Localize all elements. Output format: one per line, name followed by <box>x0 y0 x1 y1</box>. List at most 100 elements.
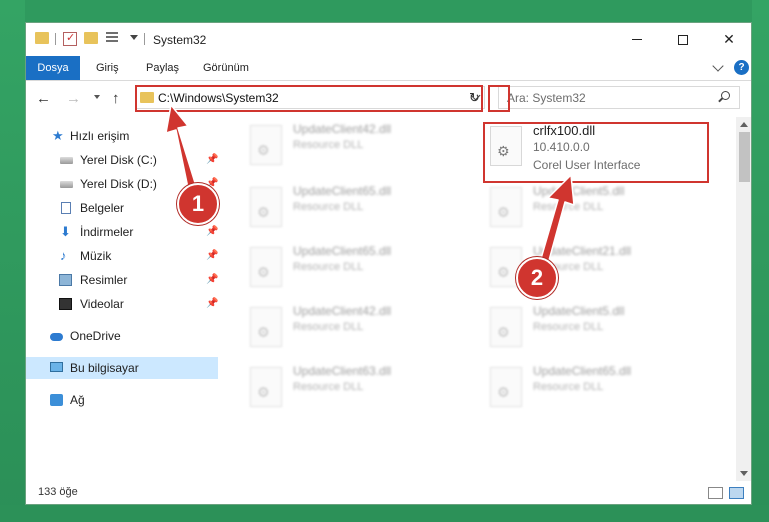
item-count: 133 öğe <box>38 486 78 498</box>
pictures-icon <box>59 274 72 286</box>
dll-file-icon <box>250 367 282 407</box>
file-item[interactable]: UpdateClient5.dll Resource DLL <box>463 181 683 235</box>
file-explorer-window: System32 ✕ Dosya Giriş Paylaş Görünüm ? … <box>25 22 752 505</box>
dll-file-icon <box>250 187 282 227</box>
scroll-up-icon[interactable] <box>740 122 748 127</box>
sidebar-item-label: OneDrive <box>70 329 121 343</box>
back-button[interactable]: ← <box>36 90 51 107</box>
file-item[interactable]: UpdateClient5.dll Resource DLL <box>463 301 683 355</box>
recent-locations-icon[interactable] <box>94 95 100 99</box>
file-item[interactable]: UpdateClient63.dll Resource DLL <box>223 361 443 415</box>
window-title: System32 <box>153 33 207 47</box>
file-item[interactable]: UpdateClient65.dll Resource DLL <box>463 361 683 415</box>
folder-icon[interactable] <box>35 32 49 44</box>
sidebar-item-label: Videolar <box>80 297 124 311</box>
navigation-pane: ★ Hızlı erişim Yerel Disk (C:) 📌 Yerel D… <box>26 117 223 481</box>
step-1-badge: 1 <box>177 183 219 225</box>
network-icon <box>50 394 63 406</box>
file-item[interactable]: UpdateClient21.dll Resource DLL <box>463 241 683 295</box>
file-type: Resource DLL <box>533 381 604 393</box>
pin-icon[interactable]: 📌 <box>206 269 218 291</box>
sidebar-item-label: Hızlı erişim <box>70 129 130 143</box>
sidebar-item-label: Yerel Disk (C:) <box>80 153 157 167</box>
tab-home[interactable]: Giriş <box>86 56 129 80</box>
sidebar-item-network[interactable]: Ağ <box>26 389 218 411</box>
minimize-icon <box>632 39 642 40</box>
scroll-down-icon[interactable] <box>740 471 748 476</box>
vertical-scrollbar[interactable] <box>736 117 751 481</box>
toolbar-separator <box>144 33 145 45</box>
expand-ribbon-icon[interactable] <box>712 60 724 72</box>
tiles-view-icon[interactable] <box>729 487 744 499</box>
file-name: UpdateClient42.dll <box>293 122 392 136</box>
file-type: Resource DLL <box>293 201 364 213</box>
documents-icon <box>61 202 71 214</box>
pin-icon[interactable]: 📌 <box>206 221 218 243</box>
desktop-background-right <box>752 0 769 522</box>
desktop-background-bottom <box>0 505 769 522</box>
videos-icon <box>59 298 72 310</box>
sidebar-item-pictures[interactable]: Resimler 📌 <box>26 269 218 291</box>
search-input[interactable]: Ara: System32 <box>498 86 740 109</box>
file-name: UpdateClient21.dll <box>533 244 632 258</box>
pin-icon[interactable]: 📌 <box>206 293 218 315</box>
file-name: UpdateClient65.dll <box>533 364 632 378</box>
maximize-button[interactable] <box>660 23 706 56</box>
sidebar-item-label: Müzik <box>80 249 112 263</box>
file-type: Resource DLL <box>293 139 364 151</box>
file-item[interactable]: UpdateClient42.dll Resource DLL <box>223 119 443 173</box>
computer-icon <box>50 362 63 372</box>
help-icon[interactable]: ? <box>734 60 749 75</box>
sidebar-item-local-disk-c[interactable]: Yerel Disk (C:) 📌 <box>26 149 218 171</box>
tab-file[interactable]: Dosya <box>26 56 80 80</box>
status-bar: 133 öğe <box>26 481 751 504</box>
sidebar-item-videos[interactable]: Videolar 📌 <box>26 293 218 315</box>
view-icon[interactable] <box>106 32 124 44</box>
file-item[interactable]: UpdateClient42.dll Resource DLL <box>223 301 443 355</box>
dll-file-icon <box>490 367 522 407</box>
tab-view[interactable]: Görünüm <box>193 56 259 80</box>
maximize-icon <box>678 34 688 45</box>
tab-share[interactable]: Paylaş <box>136 56 189 80</box>
sidebar-item-onedrive[interactable]: OneDrive <box>26 325 218 347</box>
file-item[interactable]: UpdateClient65.dll Resource DLL <box>223 241 443 295</box>
chevron-down-icon[interactable] <box>130 35 138 40</box>
sidebar-item-downloads[interactable]: ⬇ İndirmeler 📌 <box>26 221 218 243</box>
search-icon[interactable] <box>721 91 730 100</box>
file-type: Resource DLL <box>533 201 604 213</box>
pin-icon[interactable]: 📌 <box>206 245 218 267</box>
forward-button[interactable]: → <box>66 90 81 107</box>
file-type: Resource DLL <box>293 261 364 273</box>
properties-icon[interactable] <box>63 31 77 46</box>
dll-file-icon <box>490 307 522 347</box>
file-type: Resource DLL <box>533 321 604 333</box>
download-icon: ⬇ <box>60 224 71 239</box>
music-icon: ♪ <box>60 248 67 263</box>
minimize-button[interactable] <box>614 23 660 56</box>
file-name: UpdateClient5.dll <box>533 304 625 318</box>
up-button[interactable]: ↑ <box>112 90 120 107</box>
sidebar-item-label: Yerel Disk (D:) <box>80 177 157 191</box>
file-highlight-box <box>483 122 709 183</box>
file-name: UpdateClient5.dll <box>533 184 625 198</box>
step-2-badge: 2 <box>516 257 558 299</box>
search-placeholder: Ara: System32 <box>507 91 586 105</box>
sidebar-item-label: Resimler <box>80 273 128 287</box>
close-button[interactable]: ✕ <box>706 23 751 56</box>
new-folder-icon[interactable] <box>84 32 98 44</box>
file-type: Resource DLL <box>293 381 364 393</box>
title-bar: System32 ✕ <box>26 23 751 56</box>
details-view-icon[interactable] <box>708 487 723 499</box>
file-name: UpdateClient65.dll <box>293 244 392 258</box>
scrollbar-thumb[interactable] <box>739 132 750 182</box>
cloud-icon <box>50 333 63 341</box>
file-item[interactable]: UpdateClient65.dll Resource DLL <box>223 181 443 235</box>
sidebar-item-this-pc[interactable]: Bu bilgisayar <box>26 357 218 379</box>
toolbar-separator <box>55 33 56 45</box>
dll-file-icon <box>250 307 282 347</box>
desktop-background-left <box>0 0 25 522</box>
pin-icon[interactable]: 📌 <box>206 149 218 171</box>
sidebar-item-music[interactable]: ♪ Müzik 📌 <box>26 245 218 267</box>
file-type: Resource DLL <box>293 321 364 333</box>
sidebar-item-quick-access[interactable]: ★ Hızlı erişim <box>26 125 218 147</box>
